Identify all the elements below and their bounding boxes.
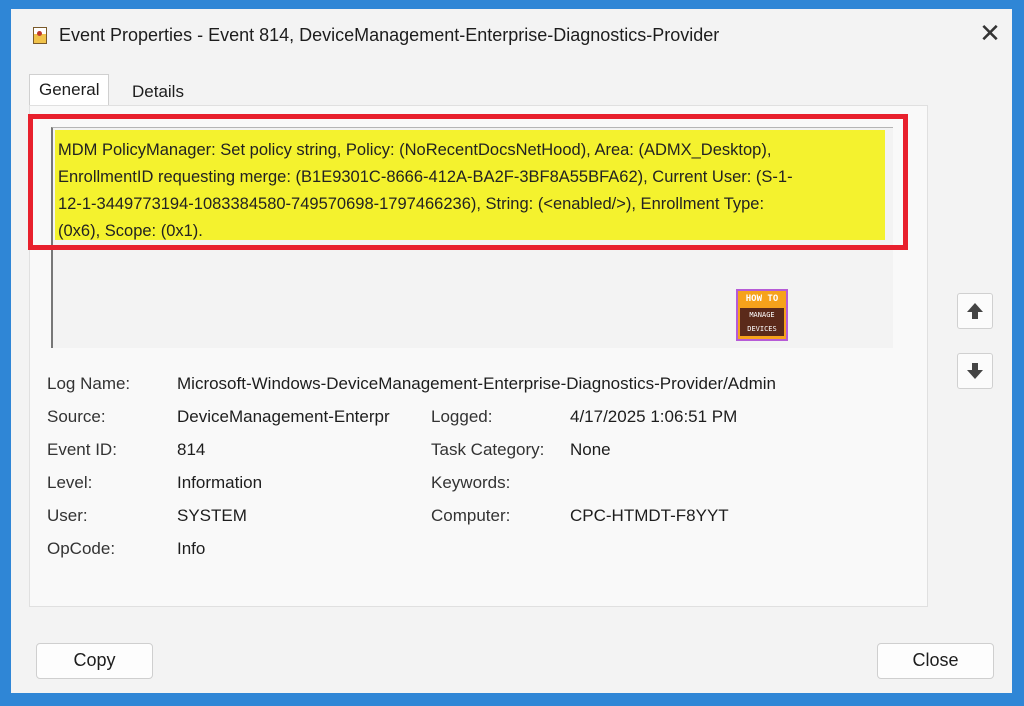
logo-badge: MANAGE DEVICES	[740, 308, 784, 336]
user-label: User:	[47, 506, 88, 525]
title-bar: Event Properties - Event 814, DeviceMana…	[11, 9, 1012, 61]
close-icon[interactable]: ✕	[975, 18, 1005, 48]
event-id-label: Event ID:	[47, 440, 117, 459]
logged-value: 4/17/2025 1:06:51 PM	[570, 407, 738, 426]
window-title: Event Properties - Event 814, DeviceMana…	[59, 25, 720, 45]
red-annotation-box	[28, 114, 908, 250]
level-label: Level:	[47, 473, 93, 492]
event-id-value: 814	[177, 440, 206, 459]
arrow-down-icon	[967, 363, 983, 379]
opcode-label: OpCode:	[47, 539, 116, 558]
log-name-value: Microsoft-Windows-DeviceManagement-Enter…	[177, 374, 776, 393]
computer-label: Computer:	[431, 506, 511, 525]
arrow-up-icon	[967, 303, 983, 319]
event-viewer-app-icon	[33, 27, 47, 44]
computer-value: CPC-HTMDT-F8YYT	[570, 506, 729, 525]
opcode-value: Info	[177, 539, 206, 558]
previous-event-button[interactable]	[957, 293, 993, 329]
user-value: SYSTEM	[177, 506, 247, 525]
close-button[interactable]: Close	[877, 643, 994, 679]
source-label: Source:	[47, 407, 106, 426]
logged-label: Logged:	[431, 407, 493, 426]
logo-line: MANAGE	[749, 311, 775, 319]
logo-line: DEVICES	[747, 325, 777, 333]
next-event-button[interactable]	[957, 353, 993, 389]
copy-button[interactable]: Copy	[36, 643, 153, 679]
event-properties-window: Event Properties - Event 814, DeviceMana…	[11, 9, 1012, 693]
log-name-label: Log Name:	[47, 374, 131, 393]
task-category-label: Task Category:	[431, 440, 545, 459]
task-category-value: None	[570, 440, 611, 459]
how-to-manage-devices-logo: HOW TO MANAGE DEVICES	[736, 289, 788, 341]
tab-general[interactable]: General	[29, 74, 110, 107]
logo-line: HOW TO	[745, 294, 779, 304]
keywords-label: Keywords:	[431, 473, 511, 492]
level-value: Information	[177, 473, 263, 492]
source-value: DeviceManagement-Enterpr	[177, 407, 390, 426]
